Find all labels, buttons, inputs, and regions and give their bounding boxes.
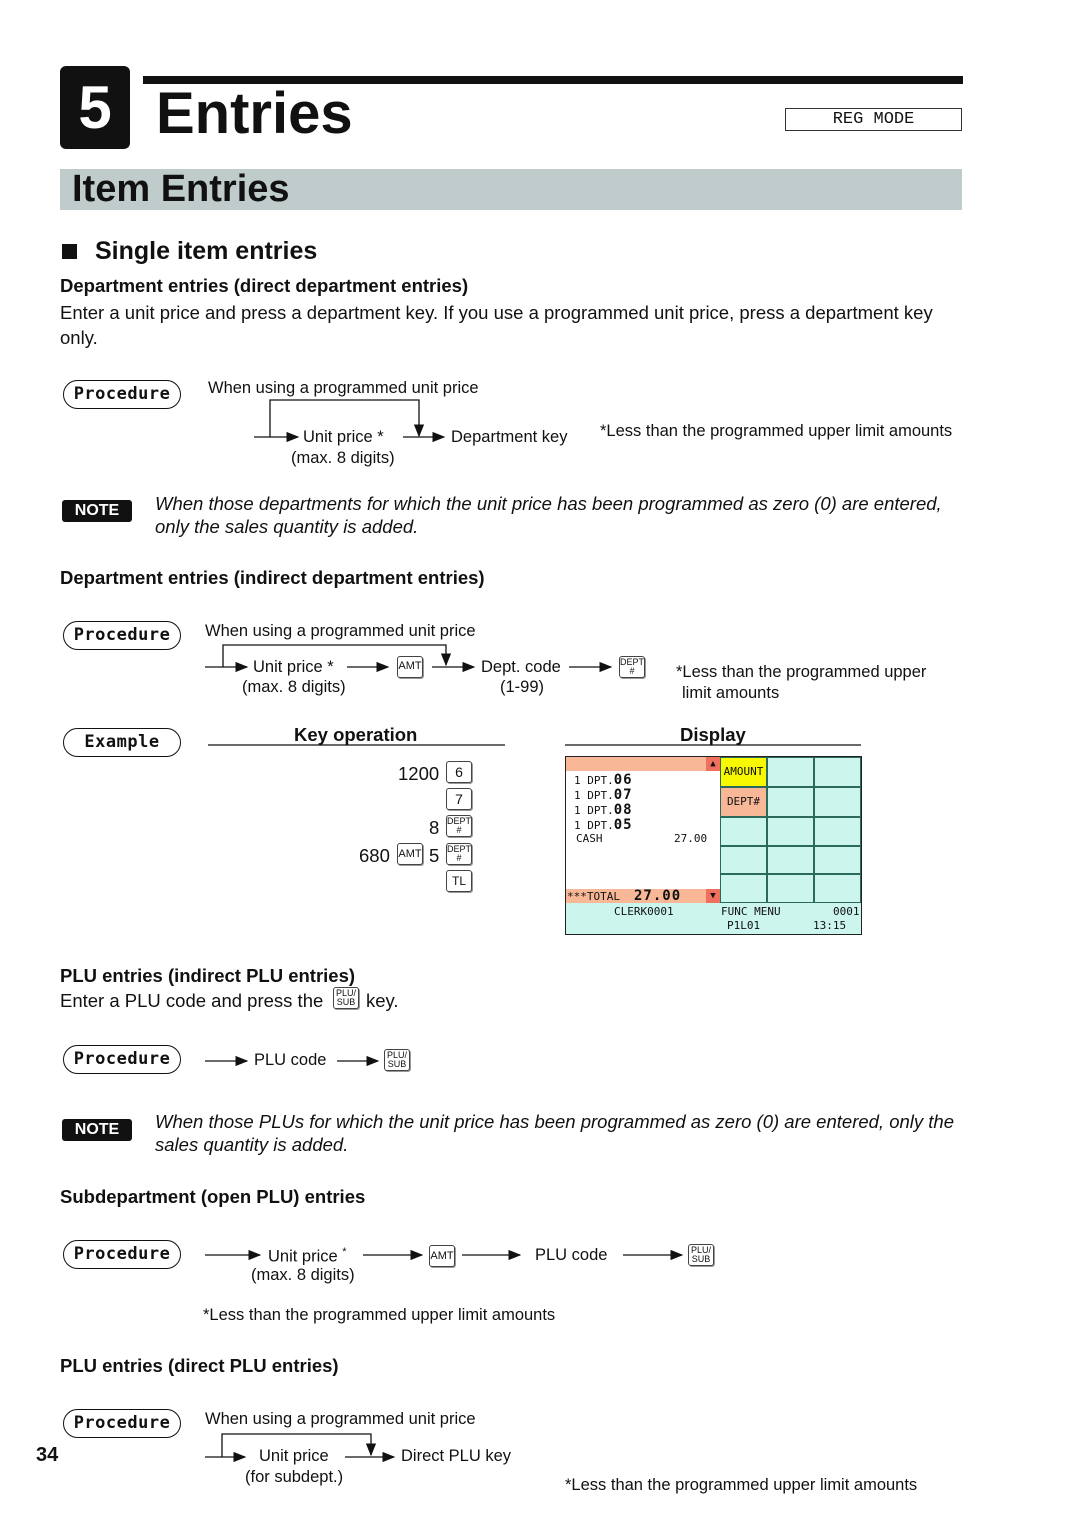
max-digits: (max. 8 digits)	[242, 678, 346, 696]
heading-plu-direct: PLU entries (direct PLU entries)	[60, 1355, 339, 1376]
dept-key[interactable]: DEPT #	[619, 656, 645, 678]
counter: 0001	[833, 905, 860, 918]
heading-subdept: Subdepartment (open PLU) entries	[60, 1186, 366, 1207]
procedure-label: Procedure	[63, 380, 181, 409]
top-bar: ▲	[566, 757, 720, 771]
note-text: When those departments for which the uni…	[155, 493, 942, 537]
note-badge: NOTE	[62, 1119, 132, 1141]
procedure-label: Procedure	[63, 1409, 181, 1438]
display-row: 1 DPT.07	[574, 787, 633, 803]
plu-text-end: key.	[366, 990, 399, 1011]
plu-sub-key[interactable]: PLU/ SUB	[688, 1244, 714, 1266]
footnote: *Less than the programmed upper limit am…	[600, 422, 953, 440]
code-range: (1-99)	[500, 678, 545, 696]
value-680: 680	[359, 845, 390, 866]
example-label: Example	[63, 728, 181, 757]
for-subdept: (for subdept.)	[245, 1468, 344, 1486]
plu-text: Enter a PLU code and press the	[60, 990, 324, 1011]
value-8: 8	[429, 817, 440, 838]
amt-key[interactable]: AMT	[429, 1245, 455, 1267]
tl-key[interactable]: TL	[446, 870, 472, 892]
mode-label: REG MODE	[785, 108, 962, 131]
cash-value: 27.00	[674, 832, 708, 845]
unit-price: Unit price	[259, 1447, 329, 1465]
amount-button[interactable]: AMOUNT	[720, 757, 767, 787]
direct-plu-key: Direct PLU key	[401, 1447, 512, 1465]
p1l01: P1L01	[727, 919, 761, 932]
value-5: 5	[429, 845, 440, 866]
dept-key[interactable]: DEPT #	[446, 815, 472, 837]
amt-key[interactable]: AMT	[397, 656, 423, 678]
max-digits: (max. 8 digits)	[291, 449, 395, 467]
note-text: When those PLUs for which the unit price…	[155, 1111, 955, 1155]
cash-label: CASH	[576, 832, 603, 845]
function-grid: AMOUNT DEPT#	[720, 757, 861, 903]
footnote: *Less than the programmed upper	[676, 663, 927, 681]
heading-indirect-dept: Department entries (indirect department …	[60, 567, 485, 588]
note-badge: NOTE	[62, 500, 132, 522]
time: 13:15	[813, 919, 847, 932]
procedure-label: Procedure	[63, 1045, 181, 1074]
display-row: 1 DPT.08	[574, 802, 633, 818]
chapter-badge: 5	[60, 66, 130, 149]
subsection-title: Single item entries	[95, 237, 318, 265]
manual-page: 5 Entries REG MODE Item Entries Single i…	[0, 0, 1080, 1526]
amt-key[interactable]: AMT	[397, 843, 423, 865]
loop-label: When using a programmed unit price	[208, 379, 479, 397]
dept-key[interactable]: DEPT #	[446, 843, 472, 865]
display-heading: Display	[680, 724, 746, 745]
dept-code: Dept. code	[481, 658, 561, 676]
scroll-up-icon: ▲	[706, 757, 720, 771]
section-title: Item Entries	[60, 169, 962, 210]
value-1200: 1200	[398, 763, 440, 784]
department-key: Department key	[451, 428, 568, 446]
plu-sub-key[interactable]: PLU/ SUB	[333, 987, 359, 1009]
display-row: 1 DPT.05	[574, 817, 633, 833]
page-number: 34	[36, 1444, 59, 1466]
footnote-cont: limit amounts	[682, 684, 780, 702]
unit-price: Unit price *	[268, 1246, 347, 1266]
unit-price: Unit price *	[253, 658, 334, 676]
key-7[interactable]: 7	[446, 788, 472, 810]
heading-direct-dept: Department entries (direct department en…	[60, 275, 469, 296]
procedure-label: Procedure	[63, 621, 181, 650]
dept-button[interactable]: DEPT#	[720, 787, 767, 817]
heading-plu-indirect: PLU entries (indirect PLU entries)	[60, 965, 356, 986]
total-bar: ***TOTAL 27.00 ▼	[566, 888, 720, 904]
loop-label: When using a programmed unit price	[205, 622, 476, 640]
func-menu: FUNC MENU	[721, 905, 781, 918]
procedure-label: Procedure	[63, 1240, 181, 1269]
register-display: ▲ 1 DPT.06 1 DPT.07 1 DPT.08 1 DPT.05 CA…	[565, 756, 862, 935]
plu-code: PLU code	[254, 1051, 327, 1069]
plu-code: PLU code	[535, 1246, 608, 1264]
key-operation-heading: Key operation	[294, 724, 418, 745]
display-row: 1 DPT.06	[574, 772, 633, 788]
footnote: *Less than the programmed upper limit am…	[565, 1476, 918, 1494]
footnote: *Less than the programmed upper limit am…	[203, 1306, 556, 1324]
chapter-title: Entries	[156, 81, 353, 146]
flow-arrows	[143, 76, 963, 1463]
unit-price: Unit price *	[303, 428, 384, 446]
scroll-down-icon: ▼	[706, 889, 720, 903]
square-bullet	[62, 244, 77, 259]
clerk: CLERK0001	[614, 905, 674, 918]
plu-sub-key[interactable]: PLU/ SUB	[384, 1049, 410, 1071]
max-digits: (max. 8 digits)	[251, 1266, 355, 1284]
direct-dept-text: Enter a unit price and press a departmen…	[60, 302, 933, 348]
key-6[interactable]: 6	[446, 761, 472, 783]
loop-label: When using a programmed unit price	[205, 1410, 476, 1428]
